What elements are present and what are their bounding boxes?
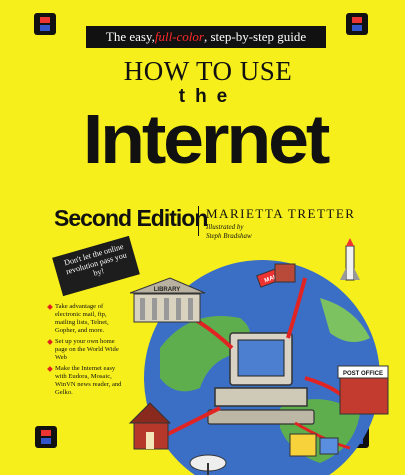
edition-label: Second Edition bbox=[54, 205, 208, 231]
book-box-icon bbox=[319, 437, 339, 455]
feature-item: Take advantage of electronic mail, ftp, … bbox=[48, 303, 128, 335]
title-divider bbox=[198, 206, 199, 236]
corner-badge-square bbox=[346, 13, 368, 35]
corner-badge-top-right bbox=[346, 13, 368, 43]
illustrated-by-label: Illustrated by bbox=[206, 223, 244, 231]
tagline-banner: The easy, full-color, step-by-step guide bbox=[86, 26, 326, 48]
title-line-3: Internet bbox=[82, 100, 330, 178]
tagline-text: The easy, full-color, step-by-step guide bbox=[88, 28, 324, 46]
feature-item: Set up your own home page on the World W… bbox=[48, 338, 128, 362]
corner-badge-square bbox=[35, 426, 57, 448]
rocket-icon bbox=[340, 238, 360, 281]
book-cover: The easy, full-color, step-by-step guide… bbox=[0, 0, 405, 475]
book-box-icon bbox=[289, 433, 317, 457]
post-office-icon: POST OFFICE bbox=[337, 365, 389, 415]
post-office-label: POST OFFICE bbox=[343, 371, 383, 377]
corner-badge-bottom-left bbox=[35, 426, 57, 456]
corner-badge-top-left bbox=[34, 13, 56, 43]
feature-item: Make the Internet easy with Eudora, Mosa… bbox=[48, 365, 128, 397]
tagline-highlight: full-color bbox=[154, 29, 204, 44]
feature-list: Take advantage of electronic mail, ftp, … bbox=[48, 303, 128, 400]
library-label: LIBRARY bbox=[154, 287, 180, 293]
tagline-post: , step-by-step guide bbox=[203, 29, 307, 44]
author-name: MARIETTA TRETTER bbox=[206, 206, 356, 221]
title-line-1: HOW TO USE bbox=[123, 56, 293, 86]
tagline-pre: The easy, bbox=[105, 29, 155, 44]
corner-badge-square bbox=[34, 13, 56, 35]
